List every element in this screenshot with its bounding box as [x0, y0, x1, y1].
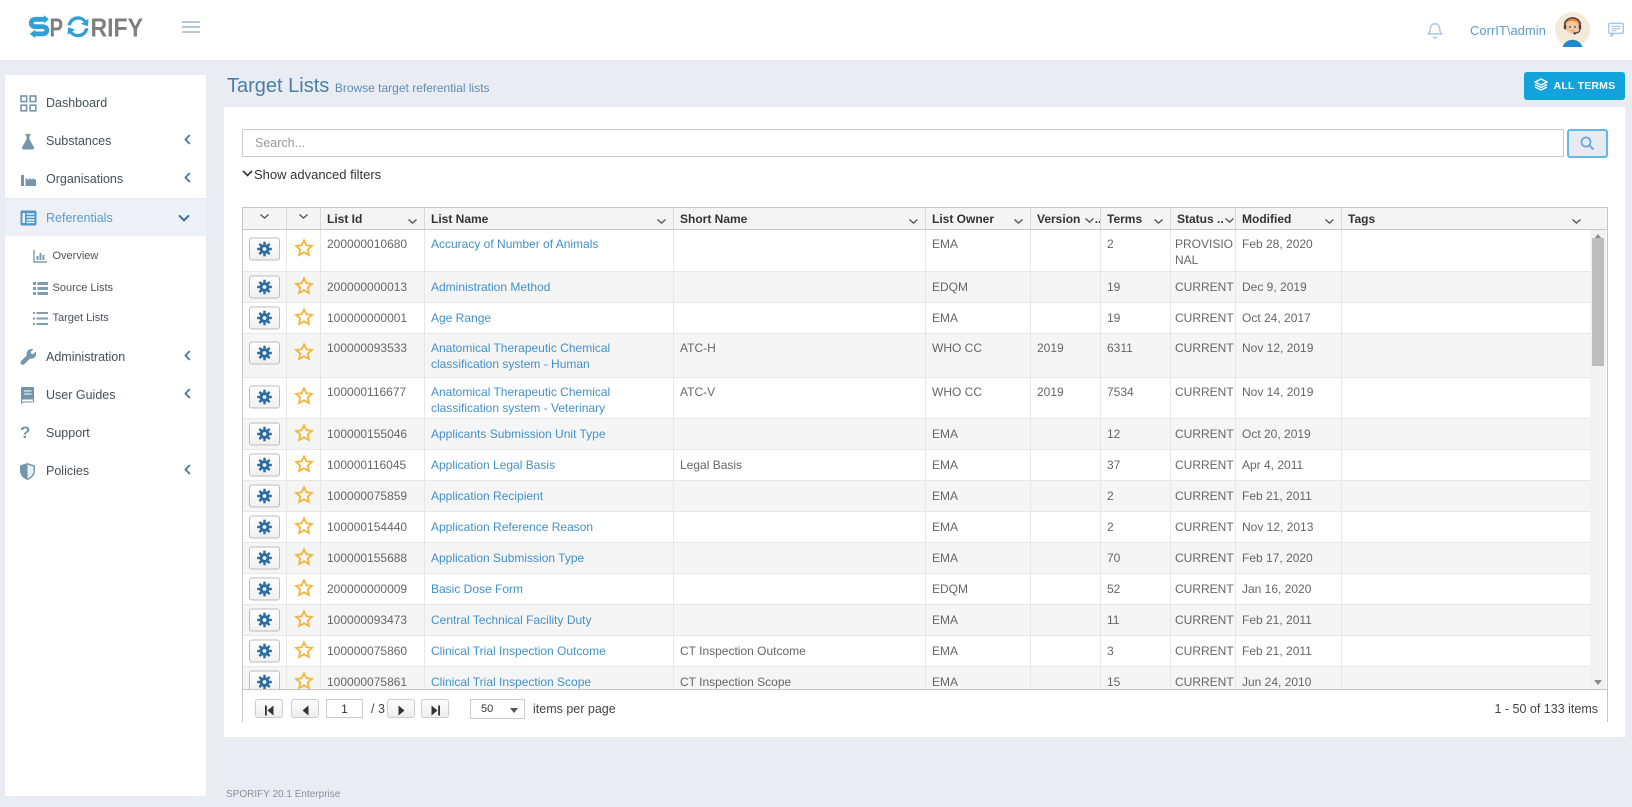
svg-text:P: P — [50, 12, 64, 42]
svg-text:RIFY: RIFY — [91, 12, 144, 42]
